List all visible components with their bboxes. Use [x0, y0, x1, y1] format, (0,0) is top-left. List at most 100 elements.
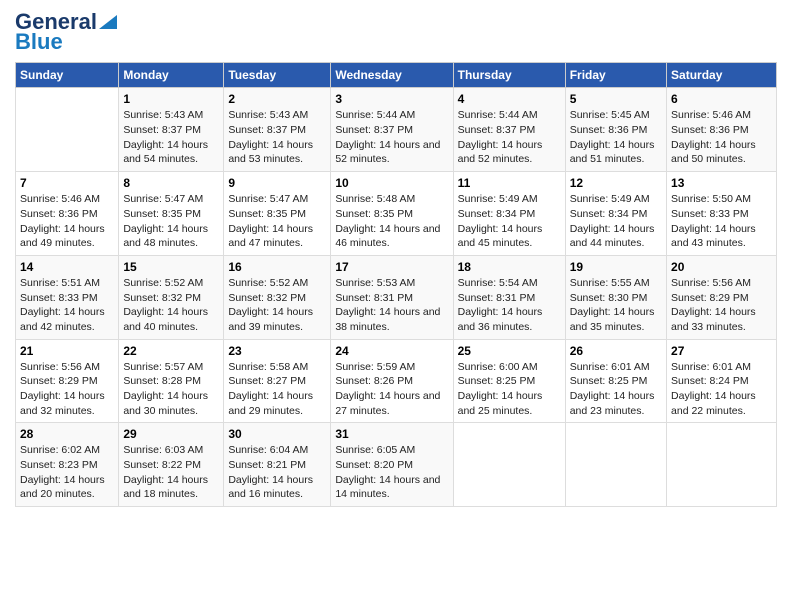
day-info: Sunrise: 5:52 AM Sunset: 8:32 PM Dayligh…	[123, 276, 219, 335]
day-cell: 10 Sunrise: 5:48 AM Sunset: 8:35 PM Dayli…	[331, 172, 453, 256]
col-header-monday: Monday	[119, 63, 224, 88]
day-number: 7	[20, 176, 114, 190]
day-cell: 4 Sunrise: 5:44 AM Sunset: 8:37 PM Daylig…	[453, 88, 565, 172]
day-number: 10	[335, 176, 448, 190]
day-info: Sunrise: 5:56 AM Sunset: 8:29 PM Dayligh…	[20, 360, 114, 419]
day-number: 15	[123, 260, 219, 274]
logo: General Blue	[15, 10, 117, 54]
day-cell: 18 Sunrise: 5:54 AM Sunset: 8:31 PM Dayli…	[453, 255, 565, 339]
day-number: 29	[123, 427, 219, 441]
day-number: 18	[458, 260, 561, 274]
day-info: Sunrise: 5:51 AM Sunset: 8:33 PM Dayligh…	[20, 276, 114, 335]
day-cell: 17 Sunrise: 5:53 AM Sunset: 8:31 PM Dayli…	[331, 255, 453, 339]
day-cell: 5 Sunrise: 5:45 AM Sunset: 8:36 PM Daylig…	[565, 88, 666, 172]
day-number: 5	[570, 92, 662, 106]
header-row: SundayMondayTuesdayWednesdayThursdayFrid…	[16, 63, 777, 88]
day-cell	[453, 423, 565, 507]
col-header-tuesday: Tuesday	[224, 63, 331, 88]
day-number: 21	[20, 344, 114, 358]
day-info: Sunrise: 5:43 AM Sunset: 8:37 PM Dayligh…	[228, 108, 326, 167]
day-cell: 2 Sunrise: 5:43 AM Sunset: 8:37 PM Daylig…	[224, 88, 331, 172]
day-number: 11	[458, 176, 561, 190]
col-header-wednesday: Wednesday	[331, 63, 453, 88]
day-number: 28	[20, 427, 114, 441]
day-cell: 16 Sunrise: 5:52 AM Sunset: 8:32 PM Dayli…	[224, 255, 331, 339]
day-info: Sunrise: 5:49 AM Sunset: 8:34 PM Dayligh…	[570, 192, 662, 251]
day-number: 23	[228, 344, 326, 358]
day-info: Sunrise: 5:48 AM Sunset: 8:35 PM Dayligh…	[335, 192, 448, 251]
day-cell: 24Sunrise: 5:59 AM Sunset: 8:26 PM Dayli…	[331, 339, 453, 423]
day-cell: 30 Sunrise: 6:04 AM Sunset: 8:21 PM Dayli…	[224, 423, 331, 507]
week-row-2: 7 Sunrise: 5:46 AM Sunset: 8:36 PM Daylig…	[16, 172, 777, 256]
day-number: 2	[228, 92, 326, 106]
day-number: 14	[20, 260, 114, 274]
day-cell	[667, 423, 777, 507]
day-number: 26	[570, 344, 662, 358]
day-cell: 22 Sunrise: 5:57 AM Sunset: 8:28 PM Dayli…	[119, 339, 224, 423]
day-number: 27	[671, 344, 772, 358]
day-cell	[16, 88, 119, 172]
day-info: Sunrise: 5:50 AM Sunset: 8:33 PM Dayligh…	[671, 192, 772, 251]
week-row-4: 21 Sunrise: 5:56 AM Sunset: 8:29 PM Dayli…	[16, 339, 777, 423]
day-info: Sunrise: 5:53 AM Sunset: 8:31 PM Dayligh…	[335, 276, 448, 335]
day-cell: 7 Sunrise: 5:46 AM Sunset: 8:36 PM Daylig…	[16, 172, 119, 256]
day-number: 9	[228, 176, 326, 190]
day-info: Sunrise: 6:05 AM Sunset: 8:20 PM Dayligh…	[335, 443, 448, 502]
logo-blue: Blue	[15, 30, 63, 54]
logo-icon	[99, 11, 117, 29]
day-cell: 1Sunrise: 5:43 AM Sunset: 8:37 PM Daylig…	[119, 88, 224, 172]
day-cell: 12 Sunrise: 5:49 AM Sunset: 8:34 PM Dayli…	[565, 172, 666, 256]
day-number: 1	[123, 92, 219, 106]
day-info: Sunrise: 5:58 AM Sunset: 8:27 PM Dayligh…	[228, 360, 326, 419]
day-number: 6	[671, 92, 772, 106]
day-number: 12	[570, 176, 662, 190]
day-info: Sunrise: 5:45 AM Sunset: 8:36 PM Dayligh…	[570, 108, 662, 167]
day-info: Sunrise: 5:47 AM Sunset: 8:35 PM Dayligh…	[123, 192, 219, 251]
day-info: Sunrise: 6:00 AM Sunset: 8:25 PM Dayligh…	[458, 360, 561, 419]
day-info: Sunrise: 5:52 AM Sunset: 8:32 PM Dayligh…	[228, 276, 326, 335]
day-number: 20	[671, 260, 772, 274]
day-cell: 9 Sunrise: 5:47 AM Sunset: 8:35 PM Daylig…	[224, 172, 331, 256]
day-number: 24	[335, 344, 448, 358]
day-number: 4	[458, 92, 561, 106]
main-container: General Blue SundayMondayTuesdayWednesda…	[0, 0, 792, 517]
week-row-1: 1 Sunrise: 5:43 AM Sunset: 8:37 PM Daylig…	[16, 88, 777, 172]
day-cell: 20 Sunrise: 5:56 AM Sunset: 8:29 PM Dayli…	[667, 255, 777, 339]
day-info: Sunrise: 5:49 AM Sunset: 8:34 PM Dayligh…	[458, 192, 561, 251]
day-cell: 13 Sunrise: 5:50 AM Sunset: 8:33 PM Dayli…	[667, 172, 777, 256]
day-info: Sunrise: 5:44 AM Sunset: 8:37 PM Dayligh…	[335, 108, 448, 167]
day-number: 22	[123, 344, 219, 358]
day-number: 17	[335, 260, 448, 274]
day-cell: 11 Sunrise: 5:49 AM Sunset: 8:34 PM Dayli…	[453, 172, 565, 256]
day-info: Sunrise: 5:44 AM Sunset: 8:37 PM Dayligh…	[458, 108, 561, 167]
day-info: Sunrise: 5:47 AM Sunset: 8:35 PM Dayligh…	[228, 192, 326, 251]
col-header-friday: Friday	[565, 63, 666, 88]
day-info: Sunrise: 5:57 AM Sunset: 8:28 PM Dayligh…	[123, 360, 219, 419]
day-cell: 21 Sunrise: 5:56 AM Sunset: 8:29 PM Dayli…	[16, 339, 119, 423]
day-number: 3	[335, 92, 448, 106]
day-cell: 14 Sunrise: 5:51 AM Sunset: 8:33 PM Dayli…	[16, 255, 119, 339]
day-cell: 15 Sunrise: 5:52 AM Sunset: 8:32 PM Dayli…	[119, 255, 224, 339]
day-number: 30	[228, 427, 326, 441]
day-cell: 6 Sunrise: 5:46 AM Sunset: 8:36 PM Daylig…	[667, 88, 777, 172]
day-number: 8	[123, 176, 219, 190]
day-info: Sunrise: 6:02 AM Sunset: 8:23 PM Dayligh…	[20, 443, 114, 502]
col-header-thursday: Thursday	[453, 63, 565, 88]
day-number: 16	[228, 260, 326, 274]
day-info: Sunrise: 6:03 AM Sunset: 8:22 PM Dayligh…	[123, 443, 219, 502]
day-info: Sunrise: 5:54 AM Sunset: 8:31 PM Dayligh…	[458, 276, 561, 335]
week-row-5: 28 Sunrise: 6:02 AM Sunset: 8:23 PM Dayli…	[16, 423, 777, 507]
day-info: Sunrise: 5:56 AM Sunset: 8:29 PM Dayligh…	[671, 276, 772, 335]
day-cell: 31 Sunrise: 6:05 AM Sunset: 8:20 PM Dayli…	[331, 423, 453, 507]
day-number: 31	[335, 427, 448, 441]
day-number: 13	[671, 176, 772, 190]
col-header-saturday: Saturday	[667, 63, 777, 88]
day-info: Sunrise: 5:46 AM Sunset: 8:36 PM Dayligh…	[671, 108, 772, 167]
day-info: Sunrise: 6:01 AM Sunset: 8:25 PM Dayligh…	[570, 360, 662, 419]
day-cell: 27Sunrise: 6:01 AM Sunset: 8:24 PM Dayli…	[667, 339, 777, 423]
day-info: Sunrise: 5:46 AM Sunset: 8:36 PM Dayligh…	[20, 192, 114, 251]
day-cell: 19Sunrise: 5:55 AM Sunset: 8:30 PM Dayli…	[565, 255, 666, 339]
header: General Blue	[15, 10, 777, 54]
day-info: Sunrise: 6:04 AM Sunset: 8:21 PM Dayligh…	[228, 443, 326, 502]
day-cell: 29 Sunrise: 6:03 AM Sunset: 8:22 PM Dayli…	[119, 423, 224, 507]
